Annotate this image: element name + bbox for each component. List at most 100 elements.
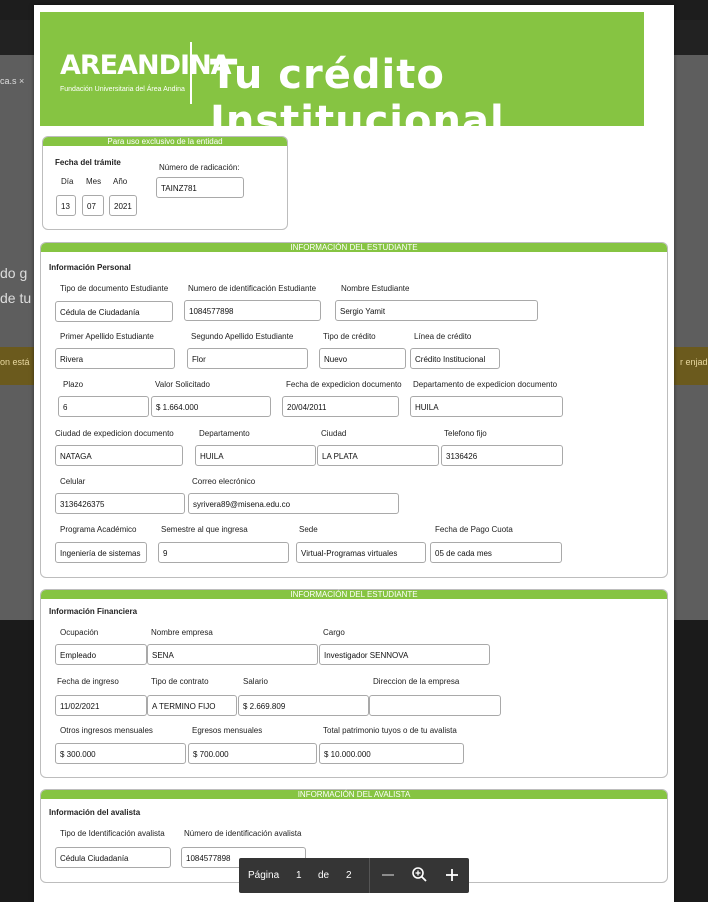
celular-label: Celular	[60, 477, 86, 486]
mes-field[interactable]: 07	[82, 195, 104, 216]
tipo-doc-field[interactable]: Cédula de Ciudadanía	[55, 301, 173, 322]
current-page-input[interactable]: 1	[296, 870, 302, 881]
egresos-field[interactable]: $ 700.000	[188, 743, 317, 764]
plazo-field[interactable]: 6	[58, 396, 149, 417]
ciudad-exp-label: Ciudad de expedicion documento	[55, 429, 174, 438]
student-info-header: INFORMACIÓN DEL ESTUDIANTE	[41, 243, 667, 252]
correo-field[interactable]: syrivera89@misena.edu.co	[188, 493, 399, 514]
radicacion-label: Número de radicación:	[159, 163, 240, 172]
total-pages: 2	[346, 870, 352, 881]
apellido2-field[interactable]: Flor	[187, 348, 308, 369]
background-text-1: do g	[0, 265, 28, 281]
anio-label: Año	[113, 177, 128, 186]
student-info-box: INFORMACIÓN DEL ESTUDIANTE Información P…	[40, 242, 668, 578]
logo-subtitle: Fundación Universitaria del Área Andina	[60, 86, 185, 93]
num-id-label: Numero de identificación Estudiante	[188, 284, 317, 293]
direccion-field[interactable]	[369, 695, 501, 716]
depto-field[interactable]: HUILA	[195, 445, 316, 466]
guarantor-info-header: INFORMACIÓN DEL AVALISTA	[41, 790, 667, 799]
pago-field[interactable]: 05 de cada mes	[430, 542, 562, 563]
celular-field[interactable]: 3136426375	[55, 493, 185, 514]
valor-label: Valor Solicitado	[155, 380, 210, 389]
entity-box-header: Para uso exclusivo de la entidad	[43, 137, 287, 146]
avalista-tipo-label: Tipo de Identificación avalista	[60, 829, 165, 838]
banner-title: Tu crédito Institucional	[210, 52, 505, 144]
areandina-logo: AREANDINA	[60, 50, 232, 81]
cargo-label: Cargo	[323, 628, 345, 637]
linea-label: Línea de crédito	[414, 332, 472, 341]
linea-field[interactable]: Crédito Institucional	[410, 348, 500, 369]
avalista-tipo-field[interactable]: Cédula Ciudadanía	[55, 847, 171, 868]
programa-label: Programa Académico	[60, 525, 137, 534]
contrato-label: Tipo de contrato	[151, 677, 209, 686]
num-id-field[interactable]: 1084577898	[184, 300, 321, 321]
valor-field[interactable]: $ 1.664.000	[151, 396, 271, 417]
fecha-ingreso-label: Fecha de ingreso	[57, 677, 119, 686]
tipo-doc-label: Tipo de documento Estudiante	[60, 284, 169, 293]
patrimonio-field[interactable]: $ 10.000.000	[319, 743, 464, 764]
semestre-field[interactable]: 9	[158, 542, 289, 563]
radicacion-field[interactable]: TAINZ781	[156, 177, 244, 198]
nombre-field[interactable]: Sergio Yamit	[335, 300, 538, 321]
otros-ingresos-label: Otros ingresos mensuales	[60, 726, 153, 735]
egresos-label: Egresos mensuales	[192, 726, 263, 735]
entity-box: Para uso exclusivo de la entidad Fecha d…	[42, 136, 288, 230]
salario-label: Salario	[243, 677, 268, 686]
financial-info-box: INFORMACIÓN DEL ESTUDIANTE Información F…	[40, 589, 668, 778]
pdf-page: AREANDINA Fundación Universitaria del Ár…	[34, 5, 674, 902]
fecha-tramite-label: Fecha del trámite	[55, 158, 121, 167]
guarantor-info-title: Información del avalista	[49, 808, 141, 817]
dia-field[interactable]: 13	[56, 195, 76, 216]
header-banner: AREANDINA Fundación Universitaria del Ár…	[40, 12, 644, 144]
financial-info-header: INFORMACIÓN DEL ESTUDIANTE	[41, 590, 667, 599]
cargo-field[interactable]: Investigador SENNOVA	[319, 644, 490, 665]
contrato-field[interactable]: A TERMINO FIJO	[147, 695, 237, 716]
avalista-num-label: Número de identificación avalista	[184, 829, 302, 838]
anio-field[interactable]: 2021	[109, 195, 137, 216]
page-label: Página	[248, 870, 280, 881]
semestre-label: Semestre al que ingresa	[161, 525, 248, 534]
background-note-right: r enjad	[680, 357, 708, 367]
pago-label: Fecha de Pago Cuota	[435, 525, 513, 534]
ocupacion-label: Ocupación	[60, 628, 99, 637]
ciudad-label: Ciudad	[321, 429, 347, 438]
tel-label: Telefono fijo	[444, 429, 487, 438]
nombre-label: Nombre Estudiante	[341, 284, 410, 293]
empresa-label: Nombre empresa	[151, 628, 213, 637]
financial-info-title: Información Financiera	[49, 607, 138, 616]
plazo-label: Plazo	[63, 380, 84, 389]
patrimonio-label: Total patrimonio tuyos o de tu avalista	[323, 726, 457, 735]
salario-field[interactable]: $ 2.669.809	[238, 695, 369, 716]
sede-label: Sede	[299, 525, 318, 534]
fecha-exp-field[interactable]: 20/04/2011	[282, 396, 399, 417]
apellido1-label: Primer Apellido Estudiante	[60, 332, 154, 341]
fecha-exp-label: Fecha de expedicion documento	[286, 380, 402, 389]
depto-exp-label: Departamento de expedicion documento	[413, 380, 558, 389]
toolbar-divider	[369, 858, 370, 893]
programa-field[interactable]: Ingeniería de sistemas	[55, 542, 147, 563]
direccion-label: Direccion de la empresa	[373, 677, 460, 686]
tipo-credito-label: Tipo de crédito	[323, 332, 376, 341]
apellido1-field[interactable]: Rivera	[55, 348, 175, 369]
otros-ingresos-field[interactable]: $ 300.000	[55, 743, 186, 764]
correo-label: Correo elecrónico	[192, 477, 256, 486]
depto-exp-field[interactable]: HUILA	[410, 396, 563, 417]
personal-info-title: Información Personal	[49, 263, 131, 272]
of-label: de	[318, 870, 330, 881]
depto-label: Departamento	[199, 429, 250, 438]
ciudad-exp-field[interactable]: NATAGA	[55, 445, 183, 466]
empresa-field[interactable]: SENA	[147, 644, 318, 665]
ciudad-field[interactable]: LA PLATA	[317, 445, 439, 466]
dia-label: Día	[61, 177, 74, 186]
zoom-out-icon[interactable]	[380, 866, 396, 884]
tel-field[interactable]: 3136426	[441, 445, 563, 466]
zoom-magnifier-icon[interactable]	[411, 866, 429, 884]
fecha-ingreso-field[interactable]: 11/02/2021	[55, 695, 147, 716]
tipo-credito-field[interactable]: Nuevo	[319, 348, 406, 369]
background-note-left: on está	[0, 357, 30, 367]
zoom-in-icon[interactable]	[443, 866, 461, 884]
mes-label: Mes	[86, 177, 102, 186]
ocupacion-field[interactable]: Empleado	[55, 644, 147, 665]
logo-divider	[190, 42, 192, 104]
sede-field[interactable]: Virtual-Programas virtuales	[296, 542, 426, 563]
